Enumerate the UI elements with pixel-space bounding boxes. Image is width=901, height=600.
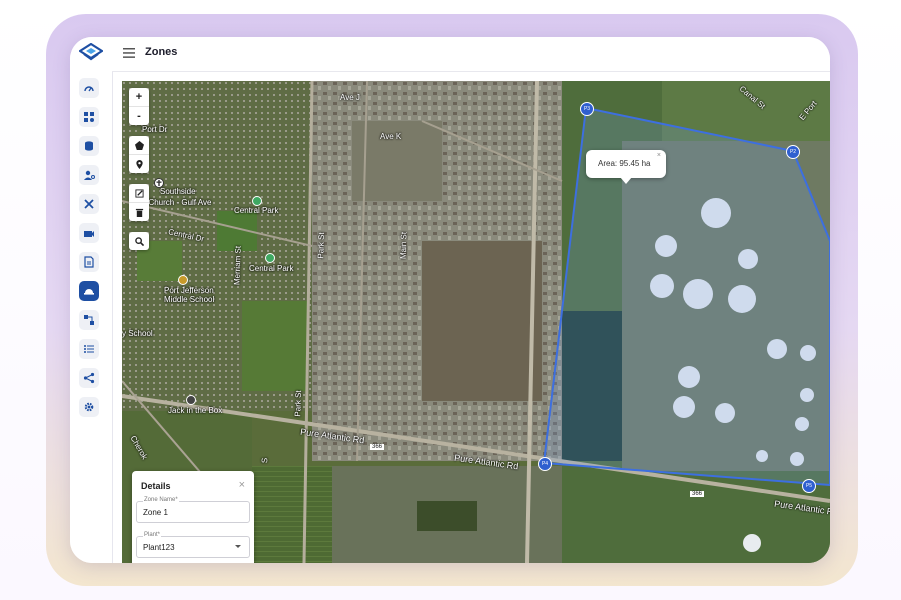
page-title: Zones	[145, 46, 178, 58]
draw-polygon-button[interactable]	[129, 136, 149, 155]
map-label: Port Dr	[142, 125, 168, 134]
draw-controls	[129, 136, 149, 173]
close-icon[interactable]: ×	[657, 152, 661, 159]
chevron-down-icon	[235, 545, 241, 548]
gear-icon[interactable]	[79, 397, 99, 417]
church-poi-icon[interactable]	[154, 178, 164, 188]
search-map-button[interactable]	[129, 232, 149, 250]
polygon-vertex[interactable]: P4	[538, 457, 552, 471]
map-label: Ave J	[340, 93, 360, 102]
app-window: Zones Ave J Ave K Port Dr Canal St E Por…	[70, 37, 830, 563]
search-controls	[129, 232, 149, 250]
park-poi-icon[interactable]	[265, 253, 275, 263]
map-label: Middle School	[164, 295, 215, 304]
tooltip-tail	[620, 177, 632, 184]
polygon-vertex[interactable]: P5	[802, 479, 816, 493]
plant-label: Plant*	[143, 532, 162, 538]
user-settings-icon[interactable]	[79, 165, 99, 185]
hamburger-menu-icon[interactable]	[123, 48, 135, 58]
edit-layers-button[interactable]	[129, 184, 149, 203]
grid-icon[interactable]	[79, 107, 99, 127]
close-icon[interactable]: ×	[239, 479, 245, 491]
map-label: S	[260, 457, 270, 464]
map-label: Southside	[160, 187, 196, 196]
school-poi-icon[interactable]	[178, 275, 188, 285]
satellite-map[interactable]: Ave J Ave K Port Dr Canal St E Port Sout…	[122, 81, 830, 563]
route-shield-366: 366	[370, 444, 385, 450]
polygon-vertex[interactable]: P3	[580, 102, 594, 116]
polygon-vertex[interactable]: P2	[786, 145, 800, 159]
trash-icon	[135, 208, 143, 217]
zone-name-field[interactable]: Zone Name* Zone 1	[136, 497, 250, 523]
restaurant-poi-icon[interactable]	[186, 395, 196, 405]
zone-name-value: Zone 1	[143, 508, 168, 517]
area-tooltip: Area: 95.45 ha ×	[586, 150, 666, 184]
map-label: Park St	[293, 390, 304, 417]
zoom-controls: + -	[129, 88, 149, 125]
top-header: Zones	[112, 37, 830, 72]
marker-icon	[135, 159, 143, 169]
map-label: Central Park	[234, 206, 279, 215]
area-tooltip-text: Area: 95.45 ha	[598, 159, 651, 168]
route-shield-366: 366	[690, 491, 705, 497]
plant-value: Plant123	[143, 543, 175, 552]
zoom-in-button[interactable]: +	[129, 88, 149, 107]
map-label: Merriam St	[232, 245, 243, 286]
zone-name-label: Zone Name*	[143, 497, 179, 503]
zone-helmet-icon[interactable]	[79, 281, 99, 301]
map-label: y School	[122, 329, 153, 338]
map-label: Port Jefferson	[164, 286, 214, 295]
sidebar	[70, 37, 113, 563]
plant-select[interactable]: Plant* Plant123	[136, 532, 250, 558]
details-panel: Details × Zone Name* Zone 1 Plant* Plant…	[132, 471, 254, 563]
camera-icon[interactable]	[79, 223, 99, 243]
delete-layers-button[interactable]	[129, 203, 149, 221]
tools-icon[interactable]	[79, 194, 99, 214]
speedometer-icon[interactable]	[79, 78, 99, 98]
edit-icon	[134, 188, 144, 198]
map-label: Jack in the Box	[168, 406, 223, 415]
park-poi-icon[interactable]	[252, 196, 262, 206]
search-icon	[134, 236, 144, 246]
polygon-icon	[134, 140, 144, 150]
share-icon[interactable]	[79, 368, 99, 388]
app-logo-icon	[79, 43, 103, 61]
zoom-out-button[interactable]: -	[129, 107, 149, 125]
map-label: Ave K	[380, 132, 402, 141]
database-icon[interactable]	[79, 136, 99, 156]
document-icon[interactable]	[79, 252, 99, 272]
details-title: Details	[141, 481, 171, 491]
list-icon[interactable]	[79, 339, 99, 359]
map-label: Main St	[398, 231, 409, 260]
map-label: Park St	[316, 232, 327, 259]
edit-controls	[129, 184, 149, 221]
flow-icon[interactable]	[79, 310, 99, 330]
map-label: Central Park	[249, 264, 294, 273]
draw-marker-button[interactable]	[129, 155, 149, 173]
